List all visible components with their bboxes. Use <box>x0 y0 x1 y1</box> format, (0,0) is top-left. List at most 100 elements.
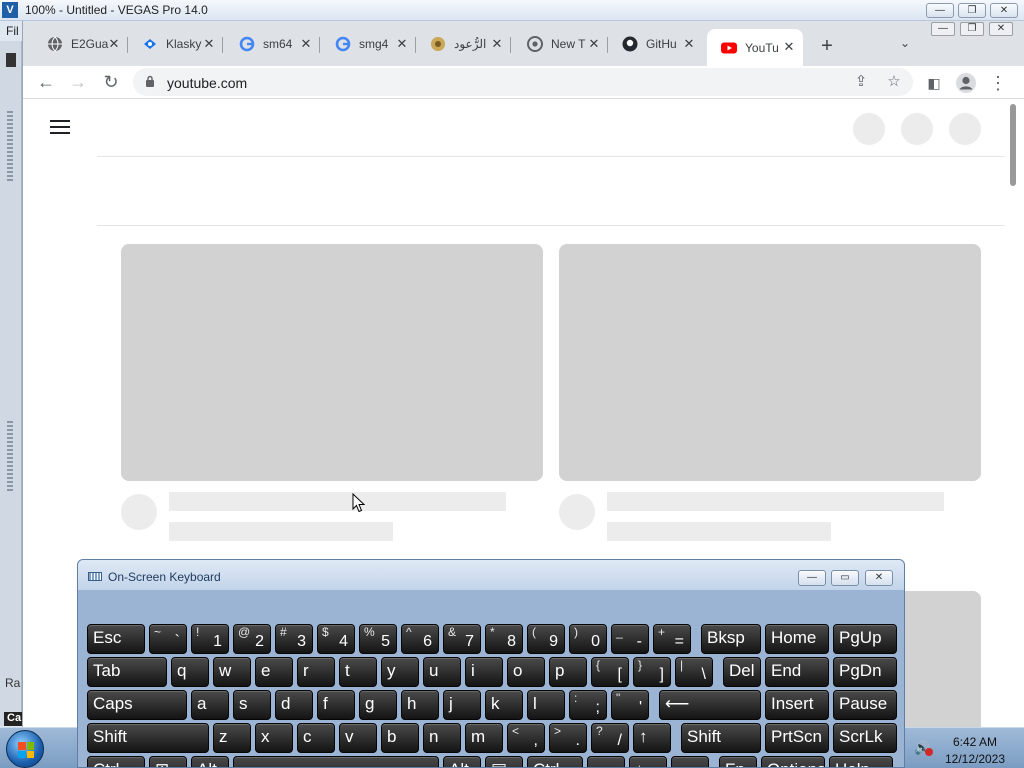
key-shift[interactable]: Shift <box>87 723 209 753</box>
key-a[interactable]: a <box>191 690 229 720</box>
key-pgup[interactable]: PgUp <box>833 624 897 654</box>
key-b[interactable]: b <box>381 723 419 753</box>
key-/[interactable]: ? / <box>591 723 629 753</box>
key-6[interactable]: ^ 6 <box>401 624 439 654</box>
key-end[interactable]: End <box>765 657 829 687</box>
vegas-file-menu[interactable]: Fil <box>0 21 22 41</box>
key-caps[interactable]: Caps <box>87 690 187 720</box>
key-8[interactable]: * 8 <box>485 624 523 654</box>
key-f[interactable]: f <box>317 690 355 720</box>
key-home[interactable]: Home <box>765 624 829 654</box>
vegas-grip-handle[interactable] <box>7 111 13 181</box>
key-alt[interactable]: Alt <box>443 756 481 767</box>
key-ctrl[interactable]: Ctrl <box>87 756 145 767</box>
key-fn[interactable]: Fn <box>719 756 757 767</box>
key-h[interactable]: h <box>401 690 439 720</box>
key-9[interactable]: (9 <box>527 624 565 654</box>
tab-close-icon[interactable]: ✕ <box>489 36 505 52</box>
key-][interactable]: }] <box>633 657 671 687</box>
key-w[interactable]: w <box>213 657 251 687</box>
key-=[interactable]: + = <box>653 624 691 654</box>
key-shift[interactable]: Shift <box>681 723 761 753</box>
share-icon[interactable]: ⇪ <box>851 72 871 92</box>
tab-3[interactable]: smg4 ✕ <box>321 30 416 58</box>
tab-close-icon[interactable]: ✕ <box>201 36 217 52</box>
key-.[interactable]: >. <box>549 723 587 753</box>
key-;[interactable]: :; <box>569 690 607 720</box>
key-u[interactable]: u <box>423 657 461 687</box>
tab-1[interactable]: Klasky ✕ <box>128 30 223 58</box>
reload-button[interactable]: ↻ <box>99 70 123 94</box>
key-x[interactable]: x <box>255 723 293 753</box>
key-z[interactable]: z <box>213 723 251 753</box>
key-r[interactable]: r <box>297 657 335 687</box>
osk-titlebar[interactable]: On-Screen Keyboard — ▭ ✕ <box>78 560 904 590</box>
key-del[interactable]: Del <box>723 657 761 687</box>
hamburger-menu-icon[interactable] <box>50 120 70 136</box>
key-▤[interactable]: ▤ <box>485 756 523 767</box>
tab-0[interactable]: E2Gua ✕ <box>33 30 128 58</box>
key-j[interactable]: j <box>443 690 481 720</box>
clock-time[interactable]: 6:42 AM <box>940 735 1010 749</box>
key-options[interactable]: Options <box>761 756 825 767</box>
page-scrollbar[interactable] <box>1008 100 1024 727</box>
key-g[interactable]: g <box>359 690 397 720</box>
vegas-restore-button[interactable]: ❐ <box>958 3 986 18</box>
tab-5[interactable]: New T ✕ <box>513 30 608 58</box>
key-⟵[interactable]: ⟵ <box>659 690 761 720</box>
key-2[interactable]: @2 <box>233 624 271 654</box>
key--[interactable]: _ - <box>611 624 649 654</box>
key-y[interactable]: y <box>381 657 419 687</box>
key-help[interactable]: Help <box>829 756 893 767</box>
key-space[interactable] <box>233 756 439 767</box>
tab-6[interactable]: GitHu ✕ <box>608 30 703 58</box>
key-7[interactable]: & 7 <box>443 624 481 654</box>
bookmark-star-icon[interactable]: ☆ <box>884 72 904 92</box>
osk-minimize-button[interactable]: — <box>798 570 826 586</box>
key-'[interactable]: " ' <box>611 690 649 720</box>
back-button[interactable]: ← <box>34 70 58 94</box>
key-esc[interactable]: Esc <box>87 624 145 654</box>
key-←[interactable]: ← <box>587 756 625 767</box>
side-panel-icon[interactable]: ◧ <box>923 72 945 94</box>
tab-close-icon[interactable]: ✕ <box>298 36 314 52</box>
osk-restore-button[interactable]: ▭ <box>831 570 859 586</box>
address-bar[interactable]: youtube.com ⇪ ☆ <box>133 68 913 96</box>
key-3[interactable]: #3 <box>275 624 313 654</box>
key-5[interactable]: % 5 <box>359 624 397 654</box>
key-,[interactable]: <, <box>507 723 545 753</box>
key-\[interactable]: | \ <box>675 657 713 687</box>
key-bksp[interactable]: Bksp <box>701 624 761 654</box>
key-⊞[interactable]: ⊞ <box>149 756 187 767</box>
key-pause[interactable]: Pause <box>833 690 897 720</box>
start-button[interactable] <box>6 730 44 768</box>
video-thumbnail-placeholder[interactable] <box>559 244 981 481</box>
key-m[interactable]: m <box>465 723 503 753</box>
key-4[interactable]: $4 <box>317 624 355 654</box>
key-i[interactable]: i <box>465 657 503 687</box>
tab-close-icon[interactable]: ✕ <box>394 36 410 52</box>
key-ctrl[interactable]: Ctrl <box>527 756 583 767</box>
scrollbar-thumb[interactable] <box>1010 104 1016 186</box>
key-pgdn[interactable]: PgDn <box>833 657 897 687</box>
key-v[interactable]: v <box>339 723 377 753</box>
key-tab[interactable]: Tab <box>87 657 167 687</box>
osk-close-button[interactable]: ✕ <box>865 570 893 586</box>
vegas-close-button[interactable]: ✕ <box>990 3 1018 18</box>
key-o[interactable]: o <box>507 657 545 687</box>
key-`[interactable]: ~ ` <box>149 624 187 654</box>
tab-close-icon[interactable]: ✕ <box>781 39 797 55</box>
key-n[interactable]: n <box>423 723 461 753</box>
key-c[interactable]: c <box>297 723 335 753</box>
tab-2[interactable]: sm64 ✕ <box>225 30 320 58</box>
key-prtscn[interactable]: PrtScn <box>765 723 829 753</box>
key-→[interactable]: → <box>671 756 709 767</box>
vegas-minimize-button[interactable]: — <box>926 3 954 18</box>
vegas-grip-handle[interactable] <box>7 421 13 491</box>
tab-close-icon[interactable]: ✕ <box>681 36 697 52</box>
chrome-close-button[interactable]: ✕ <box>989 22 1013 36</box>
key-↓[interactable]: ↓ <box>629 756 667 767</box>
key-insert[interactable]: Insert <box>765 690 829 720</box>
key-[[interactable]: {[ <box>591 657 629 687</box>
key-s[interactable]: s <box>233 690 271 720</box>
